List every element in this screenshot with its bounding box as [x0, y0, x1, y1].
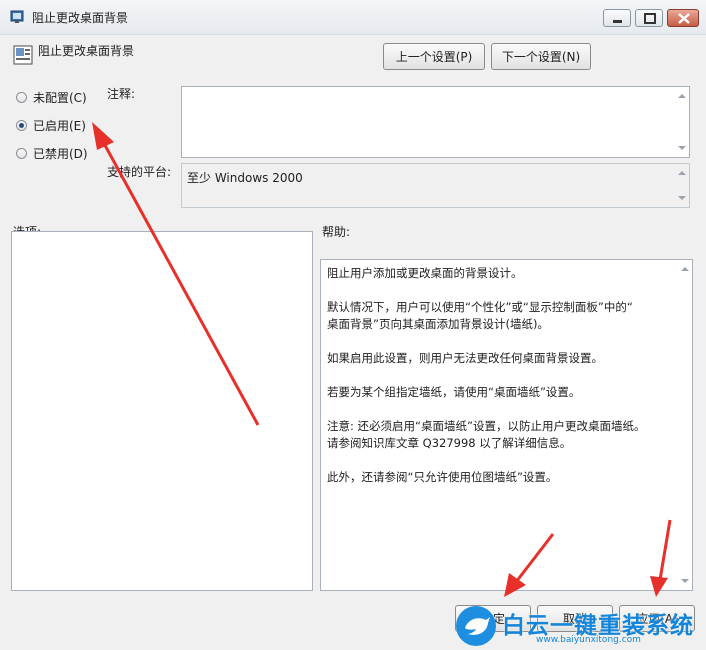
watermark: 白云一键重装系统 www.baiyunxitong.com: [452, 603, 706, 650]
arrow-head: [92, 122, 114, 150]
watermark-url: www.baiyunxitong.com: [536, 635, 641, 645]
annotation-arrows: [92, 122, 672, 597]
arrow-to-enabled-radio: [99, 137, 260, 426]
arrow-to-apply-button: [658, 519, 672, 581]
arrow-to-ok-button: [514, 533, 555, 583]
arrow-head: [650, 576, 668, 597]
arrow-head: [504, 573, 526, 597]
bird-logo-icon: [456, 606, 496, 646]
